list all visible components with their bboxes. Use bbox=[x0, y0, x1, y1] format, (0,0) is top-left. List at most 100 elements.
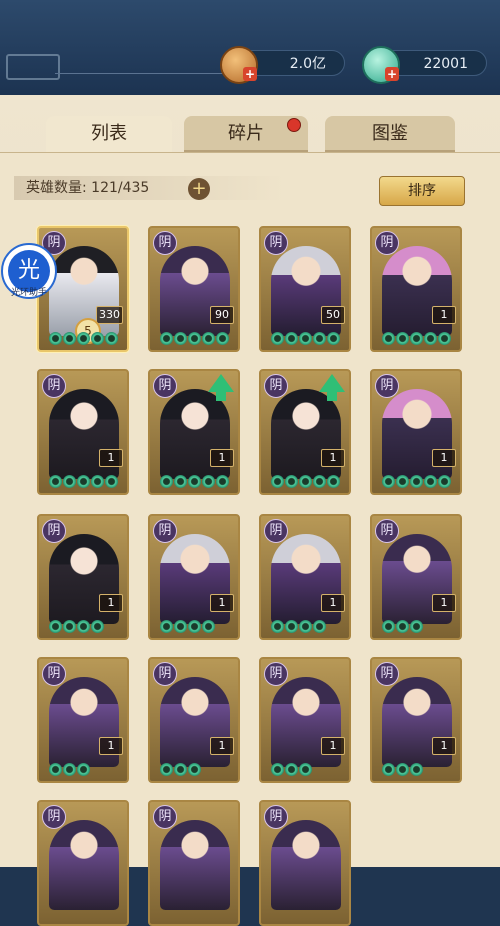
star-icon bbox=[382, 763, 395, 776]
star-icon bbox=[313, 332, 326, 345]
star-icon bbox=[410, 620, 423, 633]
star-icon bbox=[49, 332, 62, 345]
hero-portrait bbox=[49, 820, 119, 910]
gem-amount: 22001 bbox=[423, 56, 468, 72]
star-icon bbox=[382, 332, 395, 345]
gold-amount: 2.0亿 bbox=[289, 56, 326, 72]
faction-icon: 阴 bbox=[264, 519, 288, 543]
star-icon bbox=[285, 763, 298, 776]
star-icon bbox=[271, 475, 284, 488]
hero-count-label: 英雄数量: 121/435 bbox=[26, 180, 150, 196]
star-icon bbox=[396, 332, 409, 345]
hero-level: 1 bbox=[432, 737, 456, 755]
star-icon bbox=[63, 763, 76, 776]
hero-card[interactable]: 阴 50 bbox=[259, 226, 351, 352]
hero-card[interactable]: 阴1 bbox=[37, 514, 129, 640]
star-icon bbox=[188, 332, 201, 345]
faction-icon: 阴 bbox=[264, 374, 288, 398]
star-icon bbox=[410, 475, 423, 488]
hero-card[interactable]: 阴1 bbox=[148, 369, 240, 495]
hero-count: 英雄数量: 121/435 bbox=[14, 176, 284, 200]
tab-collection[interactable]: 图鉴 bbox=[325, 116, 455, 152]
hero-level: 1 bbox=[321, 449, 345, 467]
faction-icon: 阴 bbox=[264, 805, 288, 829]
star-icon bbox=[91, 475, 104, 488]
star-icon bbox=[49, 475, 62, 488]
hero-card[interactable]: 阴1 bbox=[370, 657, 462, 783]
star-icon bbox=[424, 475, 437, 488]
star-icon bbox=[202, 620, 215, 633]
hero-level: 1 bbox=[99, 594, 123, 612]
hero-card[interactable]: 阴1 bbox=[259, 514, 351, 640]
hero-card[interactable]: 阴1 bbox=[37, 369, 129, 495]
star-rating bbox=[160, 475, 229, 489]
star-icon bbox=[410, 332, 423, 345]
star-icon bbox=[396, 475, 409, 488]
star-rating bbox=[160, 332, 229, 346]
faction-icon: 阴 bbox=[375, 519, 399, 543]
hero-card[interactable]: 阴 bbox=[37, 800, 129, 926]
menu-emblem-icon[interactable] bbox=[6, 54, 60, 80]
star-icon bbox=[271, 763, 284, 776]
star-icon bbox=[410, 763, 423, 776]
star-icon bbox=[63, 620, 76, 633]
star-icon bbox=[202, 475, 215, 488]
hero-card[interactable]: 阴1 bbox=[259, 657, 351, 783]
hero-portrait bbox=[160, 820, 230, 910]
faction-icon: 阴 bbox=[153, 805, 177, 829]
sort-button[interactable]: 排序 bbox=[379, 176, 465, 206]
star-icon bbox=[396, 763, 409, 776]
star-icon bbox=[188, 763, 201, 776]
sort-button-label: 排序 bbox=[408, 183, 436, 199]
star-rating bbox=[49, 620, 104, 634]
hero-level: 1 bbox=[321, 594, 345, 612]
star-rating bbox=[382, 620, 423, 634]
add-hero-slot-button[interactable]: + bbox=[188, 178, 210, 200]
hero-level: 1 bbox=[432, 594, 456, 612]
add-gold-button[interactable]: + bbox=[243, 67, 257, 81]
star-icon bbox=[63, 332, 76, 345]
hero-card[interactable]: 阴 bbox=[259, 800, 351, 926]
star-icon bbox=[327, 332, 340, 345]
hero-level: 1 bbox=[99, 737, 123, 755]
upgrade-arrow-icon bbox=[319, 374, 345, 392]
hero-card[interactable]: 阴 bbox=[148, 800, 240, 926]
star-icon bbox=[313, 475, 326, 488]
hero-card[interactable]: 阴1 bbox=[259, 369, 351, 495]
star-icon bbox=[77, 620, 90, 633]
star-icon bbox=[327, 475, 340, 488]
faction-icon: 阴 bbox=[42, 374, 66, 398]
star-rating bbox=[49, 332, 118, 346]
top-bar: 2.0亿 + 22001 + bbox=[0, 0, 500, 95]
star-icon bbox=[174, 332, 187, 345]
hero-card[interactable]: 阴1 bbox=[148, 514, 240, 640]
tab-list[interactable]: 列表 bbox=[46, 116, 172, 152]
star-icon bbox=[438, 475, 451, 488]
hero-card[interactable]: 阴1 bbox=[148, 657, 240, 783]
hero-level: 330 bbox=[96, 306, 123, 324]
star-icon bbox=[299, 620, 312, 633]
star-icon bbox=[382, 620, 395, 633]
star-rating bbox=[382, 332, 451, 346]
hero-card[interactable]: 阴1 bbox=[370, 514, 462, 640]
tab-list-label: 列表 bbox=[91, 123, 127, 144]
hero-card[interactable]: 阴 90 bbox=[148, 226, 240, 352]
hero-level: 1 bbox=[99, 449, 123, 467]
star-icon bbox=[271, 620, 284, 633]
star-icon bbox=[91, 332, 104, 345]
helper-app-badge[interactable]: 光 光环助手 bbox=[1, 243, 57, 299]
star-icon bbox=[216, 475, 229, 488]
star-icon bbox=[202, 332, 215, 345]
faction-icon: 阴 bbox=[264, 231, 288, 255]
top-divider bbox=[55, 73, 225, 74]
star-icon bbox=[216, 332, 229, 345]
hero-card[interactable]: 阴1 bbox=[37, 657, 129, 783]
hero-card[interactable]: 阴1 bbox=[370, 369, 462, 495]
upgrade-arrow-stem bbox=[327, 391, 337, 401]
add-gems-button[interactable]: + bbox=[385, 67, 399, 81]
hero-level: 90 bbox=[210, 306, 234, 324]
hero-card[interactable]: 阴1 bbox=[370, 226, 462, 352]
star-icon bbox=[174, 763, 187, 776]
upgrade-arrow-icon bbox=[208, 374, 234, 392]
star-icon bbox=[160, 620, 173, 633]
